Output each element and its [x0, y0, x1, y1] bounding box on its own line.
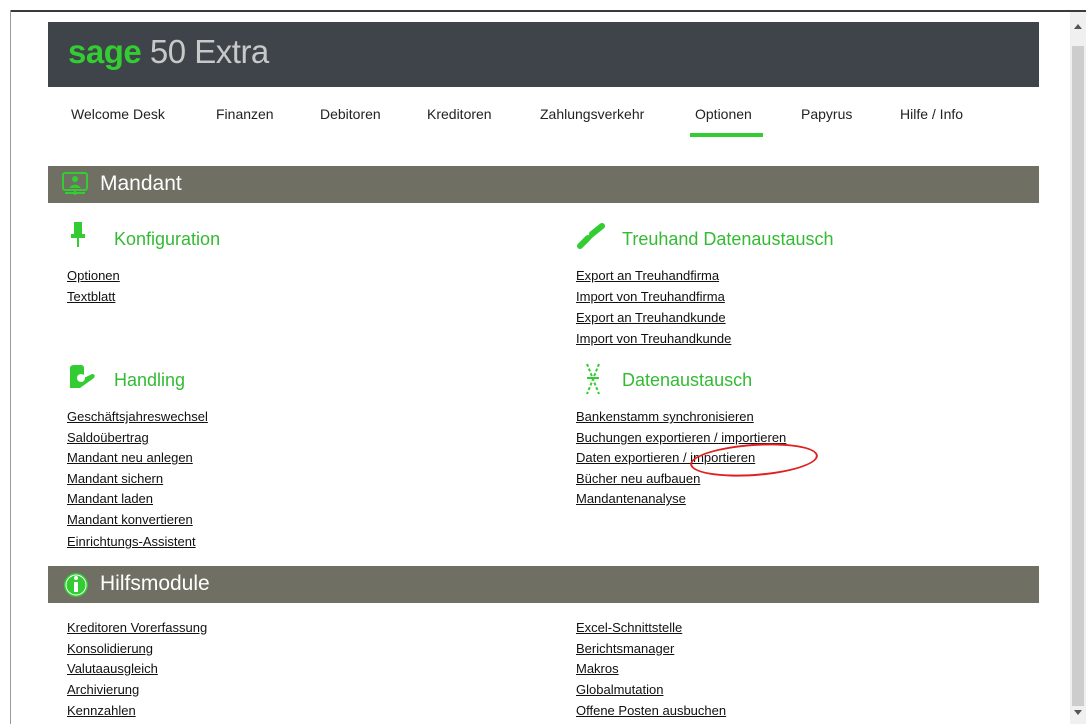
app-header: sage 50 Extra: [48, 22, 1039, 87]
link-archivierung[interactable]: Archivierung: [67, 682, 139, 698]
link-mandant-konvertieren[interactable]: Mandant konvertieren: [67, 512, 193, 528]
link-optionen[interactable]: Optionen: [67, 268, 120, 284]
pin-icon: [71, 222, 85, 247]
scroll-up-icon[interactable]: [1074, 24, 1082, 29]
main-nav: Welcome Desk Finanzen Debitoren Kreditor…: [48, 98, 1039, 140]
vertical-scrollbar[interactable]: [1070, 12, 1086, 724]
chain-link-icon: [577, 223, 605, 249]
link-mandant-laden[interactable]: Mandant laden: [67, 491, 153, 507]
nav-zahlungsverkehr[interactable]: Zahlungsverkehr: [540, 106, 644, 122]
link-bankenstamm-synchronisieren[interactable]: Bankenstamm synchronisieren: [576, 409, 754, 425]
link-geschaeftsjahreswechsel[interactable]: Geschäftsjahreswechsel: [67, 409, 208, 425]
link-offene-posten-ausbuchen[interactable]: Offene Posten ausbuchen: [576, 703, 726, 719]
scroll-thumb[interactable]: [1072, 46, 1084, 706]
mandant-icon: [62, 172, 88, 195]
link-mandant-sichern[interactable]: Mandant sichern: [67, 471, 163, 487]
link-berichtsmanager[interactable]: Berichtsmanager: [576, 641, 674, 657]
logo-brand: sage: [68, 33, 142, 70]
link-mandant-neu-anlegen[interactable]: Mandant neu anlegen: [67, 450, 193, 466]
link-buecher-neu-aufbauen[interactable]: Bücher neu aufbauen: [576, 471, 700, 487]
link-excel-schnittstelle[interactable]: Excel-Schnittstelle: [576, 620, 682, 636]
section-title-hilfsmodule: Hilfsmodule: [100, 572, 210, 595]
scroll-down-icon[interactable]: [1074, 710, 1082, 715]
link-konsolidierung[interactable]: Konsolidierung: [67, 641, 153, 657]
link-kreditoren-vorerfassung[interactable]: Kreditoren Vorerfassung: [67, 620, 207, 636]
nav-kreditoren[interactable]: Kreditoren: [427, 106, 492, 122]
hand-icon: [70, 365, 95, 388]
link-import-treuhandfirma[interactable]: Import von Treuhandfirma: [576, 289, 725, 305]
nav-debitoren[interactable]: Debitoren: [320, 106, 381, 122]
link-einrichtungs-assistent[interactable]: Einrichtungs-Assistent: [67, 534, 196, 550]
link-kennzahlen[interactable]: Kennzahlen: [67, 703, 136, 719]
link-textblatt[interactable]: Textblatt: [67, 289, 115, 305]
group-title-handling: Handling: [114, 370, 186, 390]
group-title-datenaustausch: Datenaustausch: [622, 370, 753, 390]
nav-hilfe-info[interactable]: Hilfe / Info: [900, 106, 963, 122]
nav-finanzen[interactable]: Finanzen: [216, 106, 274, 122]
section-hilfsmodule: Hilfsmodule: [48, 566, 1039, 603]
window-frame-top: [10, 10, 1086, 12]
link-makros[interactable]: Makros: [576, 661, 619, 677]
link-export-treuhandkunde[interactable]: Export an Treuhandkunde: [576, 310, 726, 326]
group-title-treuhand: Treuhand Datenaustausch: [622, 229, 834, 249]
nav-welcome-desk[interactable]: Welcome Desk: [71, 106, 165, 122]
link-valutaausgleich[interactable]: Valutaausgleich: [67, 661, 158, 677]
group-title-konfiguration: Konfiguration: [114, 229, 221, 249]
link-mandantenanalyse[interactable]: Mandantenanalyse: [576, 491, 686, 507]
info-icon: [64, 573, 88, 597]
logo-product: 50 Extra: [149, 33, 269, 70]
section-title-mandant: Mandant: [100, 172, 182, 195]
nav-papyrus[interactable]: Papyrus: [801, 106, 852, 122]
exchange-icon: [586, 363, 600, 395]
link-globalmutation[interactable]: Globalmutation: [576, 682, 663, 698]
window-frame-left: [10, 10, 11, 724]
link-saldouebertrag[interactable]: Saldoübertrag: [67, 430, 149, 446]
section-mandant: Mandant: [48, 166, 1039, 203]
active-tab-indicator: [690, 133, 763, 137]
nav-optionen[interactable]: Optionen: [695, 106, 752, 122]
app-logo: sage 50 Extra: [68, 34, 269, 70]
link-import-treuhandkunde[interactable]: Import von Treuhandkunde: [576, 331, 731, 347]
link-export-treuhandfirma[interactable]: Export an Treuhandfirma: [576, 268, 719, 284]
